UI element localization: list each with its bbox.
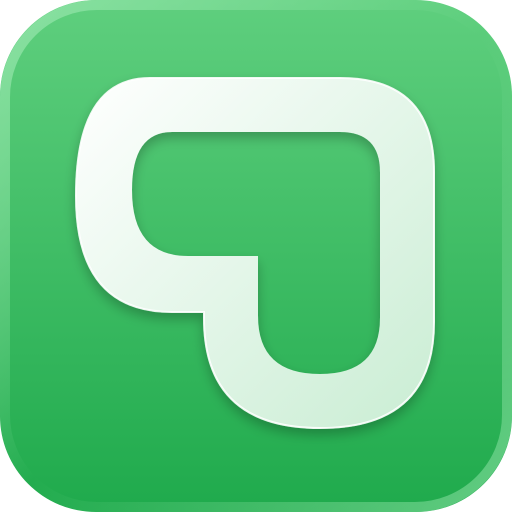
- app-icon[interactable]: [0, 0, 512, 512]
- app-icon-graphic: [0, 0, 512, 512]
- icon-canvas: [0, 0, 512, 512]
